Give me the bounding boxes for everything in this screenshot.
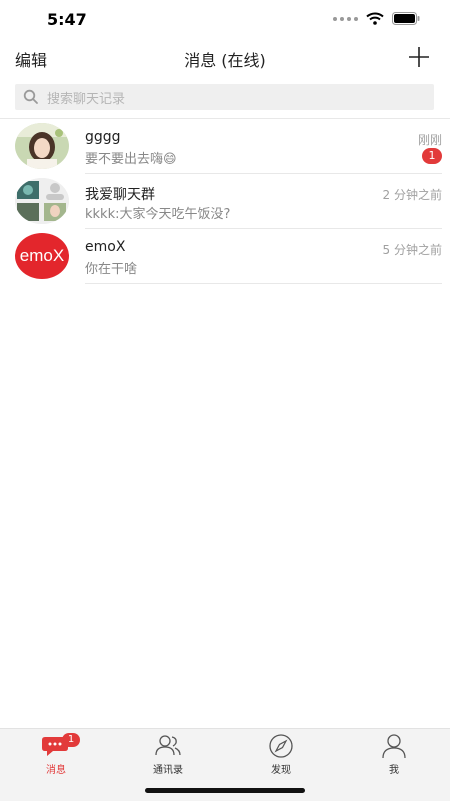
battery-icon — [392, 12, 420, 25]
tab-label: 发现 — [271, 765, 291, 776]
search-placeholder: 搜索聊天记录 — [47, 91, 126, 107]
add-button[interactable] — [406, 44, 432, 70]
avatar: emoX — [15, 233, 69, 279]
wifi-icon — [366, 12, 384, 25]
conversation-preview: kkkk:大家今天吃午饭没? — [85, 207, 231, 222]
tab-me[interactable]: 我 — [364, 733, 424, 779]
compass-icon — [269, 734, 293, 758]
conversation-name: emoX — [85, 239, 126, 255]
tab-badge: 1 — [62, 733, 80, 747]
divider — [85, 283, 442, 284]
nav-bar: 编辑 消息 (在线) — [0, 40, 450, 76]
conversation-list: gggg 要不要出去嗨😄 刚刚 1 我爱聊天群 kkkk:大家今天吃午饭没? 2… — [0, 119, 450, 284]
conversation-item[interactable]: gggg 要不要出去嗨😄 刚刚 1 — [0, 119, 450, 174]
person-icon — [382, 734, 406, 759]
search-input[interactable]: 搜索聊天记录 — [15, 84, 434, 110]
tab-discover[interactable]: 发现 — [251, 733, 311, 779]
status-bar: 5:47 — [0, 0, 450, 40]
conversation-time: 2 分钟之前 — [382, 188, 442, 202]
home-indicator[interactable] — [145, 788, 305, 793]
conversation-preview: 要不要出去嗨😄 — [85, 152, 177, 167]
plus-icon — [409, 47, 429, 67]
emox-logo: emoX — [19, 246, 65, 265]
status-time: 5:47 — [47, 10, 87, 29]
signal-icon — [333, 16, 358, 21]
tab-label: 我 — [389, 765, 399, 776]
conversation-time: 5 分钟之前 — [382, 243, 442, 257]
unread-badge: 1 — [422, 148, 442, 164]
conversation-time: 刚刚 — [417, 133, 442, 147]
conversation-item[interactable]: 我爱聊天群 kkkk:大家今天吃午饭没? 2 分钟之前 — [0, 174, 450, 229]
status-indicators — [333, 12, 420, 25]
tab-messages[interactable]: 1 消息 — [26, 733, 86, 779]
page-title: 消息 (在线) — [184, 51, 266, 70]
avatar — [15, 123, 69, 169]
tab-label: 通讯录 — [153, 765, 183, 776]
conversation-name: gggg — [85, 129, 121, 145]
search-icon — [23, 89, 38, 104]
contacts-icon — [155, 735, 181, 756]
tab-contacts[interactable]: 通讯录 — [138, 733, 198, 779]
conversation-name: 我爱聊天群 — [85, 187, 155, 203]
tab-label: 消息 — [46, 765, 66, 776]
conversation-preview: 你在干啥 — [85, 262, 138, 277]
group-avatar — [15, 178, 69, 224]
conversation-item[interactable]: emoX emoX 你在干啥 5 分钟之前 — [0, 229, 450, 284]
